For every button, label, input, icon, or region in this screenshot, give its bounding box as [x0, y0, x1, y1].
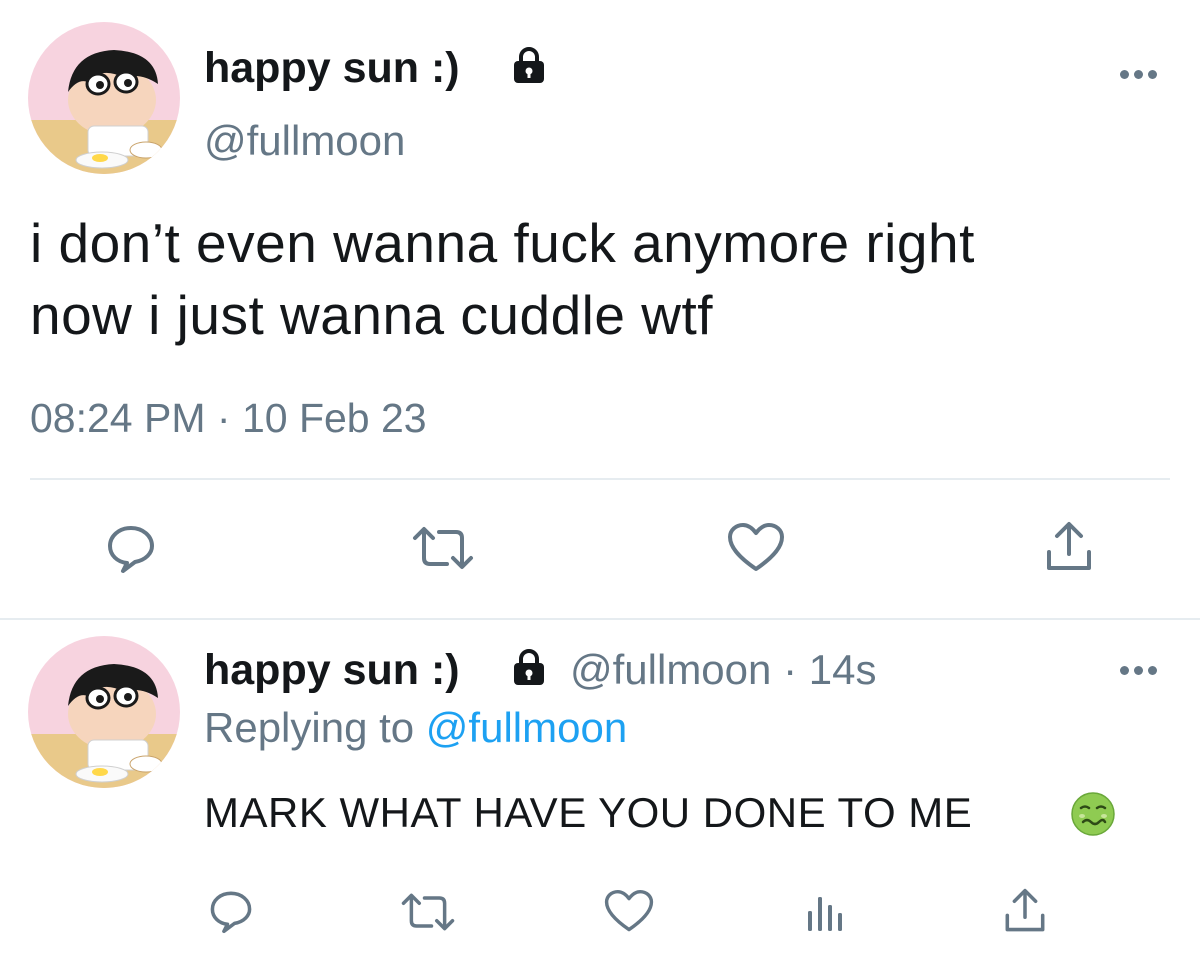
reply-meta: @fullmoon · 14s — [570, 649, 876, 691]
handle[interactable]: @fullmoon — [570, 646, 771, 693]
tweet-text-line: i don’t even wanna fuck anymore right — [30, 212, 975, 274]
nauseated-face-emoji — [1070, 791, 1116, 842]
reply-icon[interactable] — [105, 522, 157, 574]
more-options-icon[interactable] — [1120, 662, 1164, 675]
display-name[interactable]: happy sun :) — [204, 649, 460, 692]
tweet-age[interactable]: 14s — [809, 646, 877, 693]
separator-dot: · — [783, 646, 798, 693]
separator-dot: · — [216, 395, 231, 441]
share-icon[interactable] — [1043, 520, 1095, 574]
retweet-icon[interactable] — [411, 524, 475, 572]
divider — [30, 478, 1170, 480]
tweet-text-line: now i just wanna cuddle wtf — [30, 284, 714, 346]
retweet-icon[interactable] — [400, 891, 456, 933]
share-icon[interactable] — [1002, 887, 1048, 935]
like-icon[interactable] — [727, 522, 785, 574]
lock-icon — [509, 45, 549, 85]
divider — [0, 618, 1200, 620]
display-name[interactable]: happy sun :) — [204, 47, 460, 90]
tweet-text: i don’t even wanna fuck anymore right no… — [30, 207, 975, 351]
avatar[interactable] — [28, 22, 180, 174]
replying-mention-link[interactable]: @fullmoon — [426, 704, 627, 751]
handle[interactable]: @fullmoon — [204, 120, 405, 162]
reply-text: MARK WHAT HAVE YOU DONE TO ME — [204, 789, 973, 836]
analytics-icon[interactable] — [806, 891, 846, 933]
like-icon[interactable] — [604, 889, 654, 934]
replying-to: Replying to @fullmoon — [204, 707, 627, 749]
lock-icon — [509, 647, 549, 687]
tweet-date: 10 Feb 23 — [241, 395, 427, 441]
reply-icon[interactable] — [208, 888, 254, 934]
tweet-time: 08:24 PM — [30, 395, 206, 441]
more-options-icon[interactable] — [1120, 66, 1164, 79]
tweet-timestamp[interactable]: 08:24 PM · 10 Feb 23 — [30, 398, 427, 439]
avatar[interactable] — [28, 636, 180, 788]
replying-prefix: Replying to — [204, 704, 415, 751]
